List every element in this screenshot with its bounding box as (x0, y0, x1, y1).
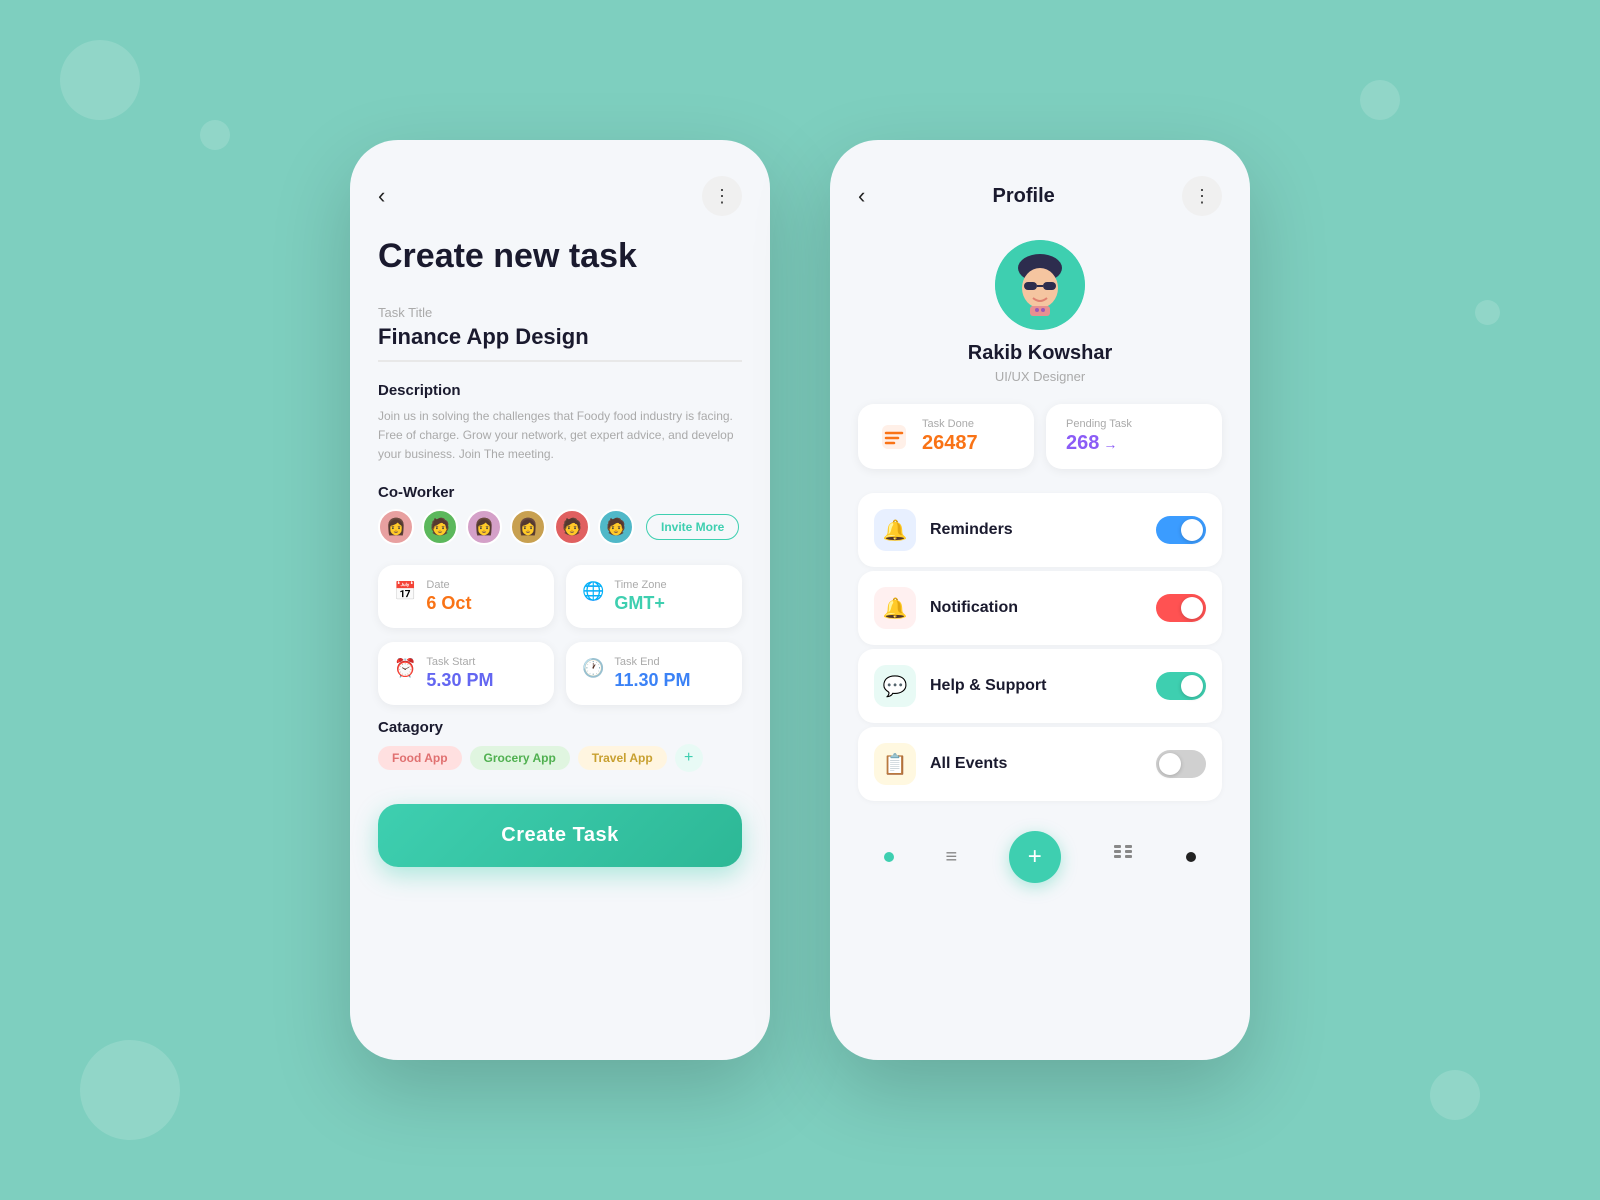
profile-title: Profile (993, 185, 1055, 208)
profile-header: ‹ Profile ⋮ (858, 176, 1222, 216)
profile-avatar-section: Rakib Kowshar UI/UX Designer (858, 240, 1222, 384)
back-button[interactable]: ‹ (378, 183, 385, 209)
left-phone-header: ‹ ⋮ (378, 176, 742, 216)
task-start-value: 5.30 PM (426, 670, 493, 691)
phones-container: ‹ ⋮ Create new task Task Title Finance A… (350, 140, 1250, 1060)
left-phone: ‹ ⋮ Create new task Task Title Finance A… (350, 140, 770, 1060)
coworker-avatar-1: 👩 (378, 509, 414, 545)
category-tags: Food App Grocery App Travel App + (378, 744, 742, 772)
avatar-illustration (995, 240, 1085, 330)
pending-task-label: Pending Task (1066, 418, 1132, 430)
description-text: Join us in solving the challenges that F… (378, 407, 742, 465)
setting-row-notification[interactable]: 🔔 Notification (858, 571, 1222, 645)
task-done-value: 26487 (922, 432, 978, 455)
notification-toggle[interactable] (1156, 594, 1206, 622)
events-icon: 📋 (883, 752, 908, 777)
task-start-card[interactable]: ⏰ Task Start 5.30 PM (378, 642, 554, 705)
coworker-avatar-5: 🧑 (554, 509, 590, 545)
events-label: All Events (930, 755, 1007, 773)
date-icon: 📅 (394, 581, 416, 602)
task-done-card[interactable]: Task Done 26487 (858, 404, 1034, 469)
reminders-label: Reminders (930, 521, 1013, 539)
create-task-button[interactable]: Create Task (378, 804, 742, 867)
task-end-icon: 🕐 (582, 658, 604, 679)
page-title: Create new task (378, 236, 742, 277)
nav-grid-icon[interactable] (1112, 843, 1134, 871)
tag-food[interactable]: Food App (378, 746, 462, 770)
coworker-avatar-2: 🧑 (422, 509, 458, 545)
user-name: Rakib Kowshar (968, 342, 1112, 365)
timezone-label: Time Zone (614, 579, 666, 591)
description-label: Description (378, 382, 742, 399)
timezone-value: GMT+ (614, 593, 666, 614)
user-role: UI/UX Designer (995, 369, 1085, 384)
task-times-row: ⏰ Task Start 5.30 PM 🕐 Task End 11.30 PM (378, 642, 742, 705)
menu-button[interactable]: ⋮ (702, 176, 742, 216)
date-card[interactable]: 📅 Date 6 Oct (378, 565, 554, 628)
task-title-value: Finance App Design (378, 324, 742, 362)
date-label: Date (426, 579, 471, 591)
notification-label: Notification (930, 599, 1018, 617)
three-dots-icon: ⋮ (713, 186, 731, 207)
profile-menu-button[interactable]: ⋮ (1182, 176, 1222, 216)
help-toggle[interactable] (1156, 672, 1206, 700)
nav-profile-dot[interactable] (1186, 852, 1196, 862)
events-icon-wrap: 📋 (874, 743, 916, 785)
add-tag-button[interactable]: + (675, 744, 703, 772)
task-title-label: Task Title (378, 305, 742, 320)
category-section: Catagory Food App Grocery App Travel App… (378, 719, 742, 772)
bottom-nav: ≡ + (858, 821, 1222, 883)
coworker-avatar-6: 🧑 (598, 509, 634, 545)
task-start-label: Task Start (426, 656, 493, 668)
pending-task-value: 268 (1066, 432, 1099, 455)
setting-row-events[interactable]: 📋 All Events (858, 727, 1222, 801)
nav-fab-button[interactable]: + (1009, 831, 1061, 883)
coworker-avatar-3: 👩 (466, 509, 502, 545)
notification-toggle-thumb (1181, 597, 1203, 619)
fab-plus-icon: + (1028, 843, 1042, 871)
pending-arrow-icon: → (1103, 436, 1117, 452)
alarm-icon: 🔔 (883, 518, 908, 543)
task-end-label: Task End (614, 656, 690, 668)
reminders-toggle[interactable] (1156, 516, 1206, 544)
notification-icon: 🔔 (883, 596, 908, 621)
task-done-label: Task Done (922, 418, 978, 430)
help-icon-wrap: 💬 (874, 665, 916, 707)
task-start-icon: ⏰ (394, 658, 416, 679)
profile-three-dots-icon: ⋮ (1193, 186, 1211, 207)
task-done-icon (878, 421, 910, 453)
coworker-label: Co-Worker (378, 484, 742, 501)
timezone-card[interactable]: 🌐 Time Zone GMT+ (566, 565, 742, 628)
right-phone: ‹ Profile ⋮ (830, 140, 1250, 1060)
profile-avatar (995, 240, 1085, 330)
setting-row-reminders[interactable]: 🔔 Reminders (858, 493, 1222, 567)
events-toggle-thumb (1159, 753, 1181, 775)
timezone-icon: 🌐 (582, 581, 604, 602)
help-label: Help & Support (930, 677, 1046, 695)
notification-icon-wrap: 🔔 (874, 587, 916, 629)
settings-list: 🔔 Reminders 🔔 Notification (858, 493, 1222, 801)
profile-back-button[interactable]: ‹ (858, 183, 865, 209)
tag-travel[interactable]: Travel App (578, 746, 667, 770)
pending-task-card[interactable]: Pending Task 268 → (1046, 404, 1222, 469)
events-toggle[interactable] (1156, 750, 1206, 778)
category-label: Catagory (378, 719, 742, 736)
stats-row: Task Done 26487 Pending Task 268 → (858, 404, 1222, 469)
coworker-avatar-4: 👩 (510, 509, 546, 545)
help-toggle-thumb (1181, 675, 1203, 697)
reminders-toggle-thumb (1181, 519, 1203, 541)
nav-list-icon[interactable]: ≡ (945, 846, 957, 869)
reminders-icon-wrap: 🔔 (874, 509, 916, 551)
tag-grocery[interactable]: Grocery App (470, 746, 570, 770)
task-end-card[interactable]: 🕐 Task End 11.30 PM (566, 642, 742, 705)
date-timezone-row: 📅 Date 6 Oct 🌐 Time Zone GMT+ (378, 565, 742, 628)
help-icon: 💬 (883, 674, 908, 699)
setting-row-help[interactable]: 💬 Help & Support (858, 649, 1222, 723)
invite-more-button[interactable]: Invite More (646, 514, 739, 540)
coworker-row: 👩 🧑 👩 👩 🧑 🧑 Invite More (378, 509, 742, 545)
date-value: 6 Oct (426, 593, 471, 614)
nav-home-dot[interactable] (884, 852, 894, 862)
task-end-value: 11.30 PM (614, 670, 690, 691)
